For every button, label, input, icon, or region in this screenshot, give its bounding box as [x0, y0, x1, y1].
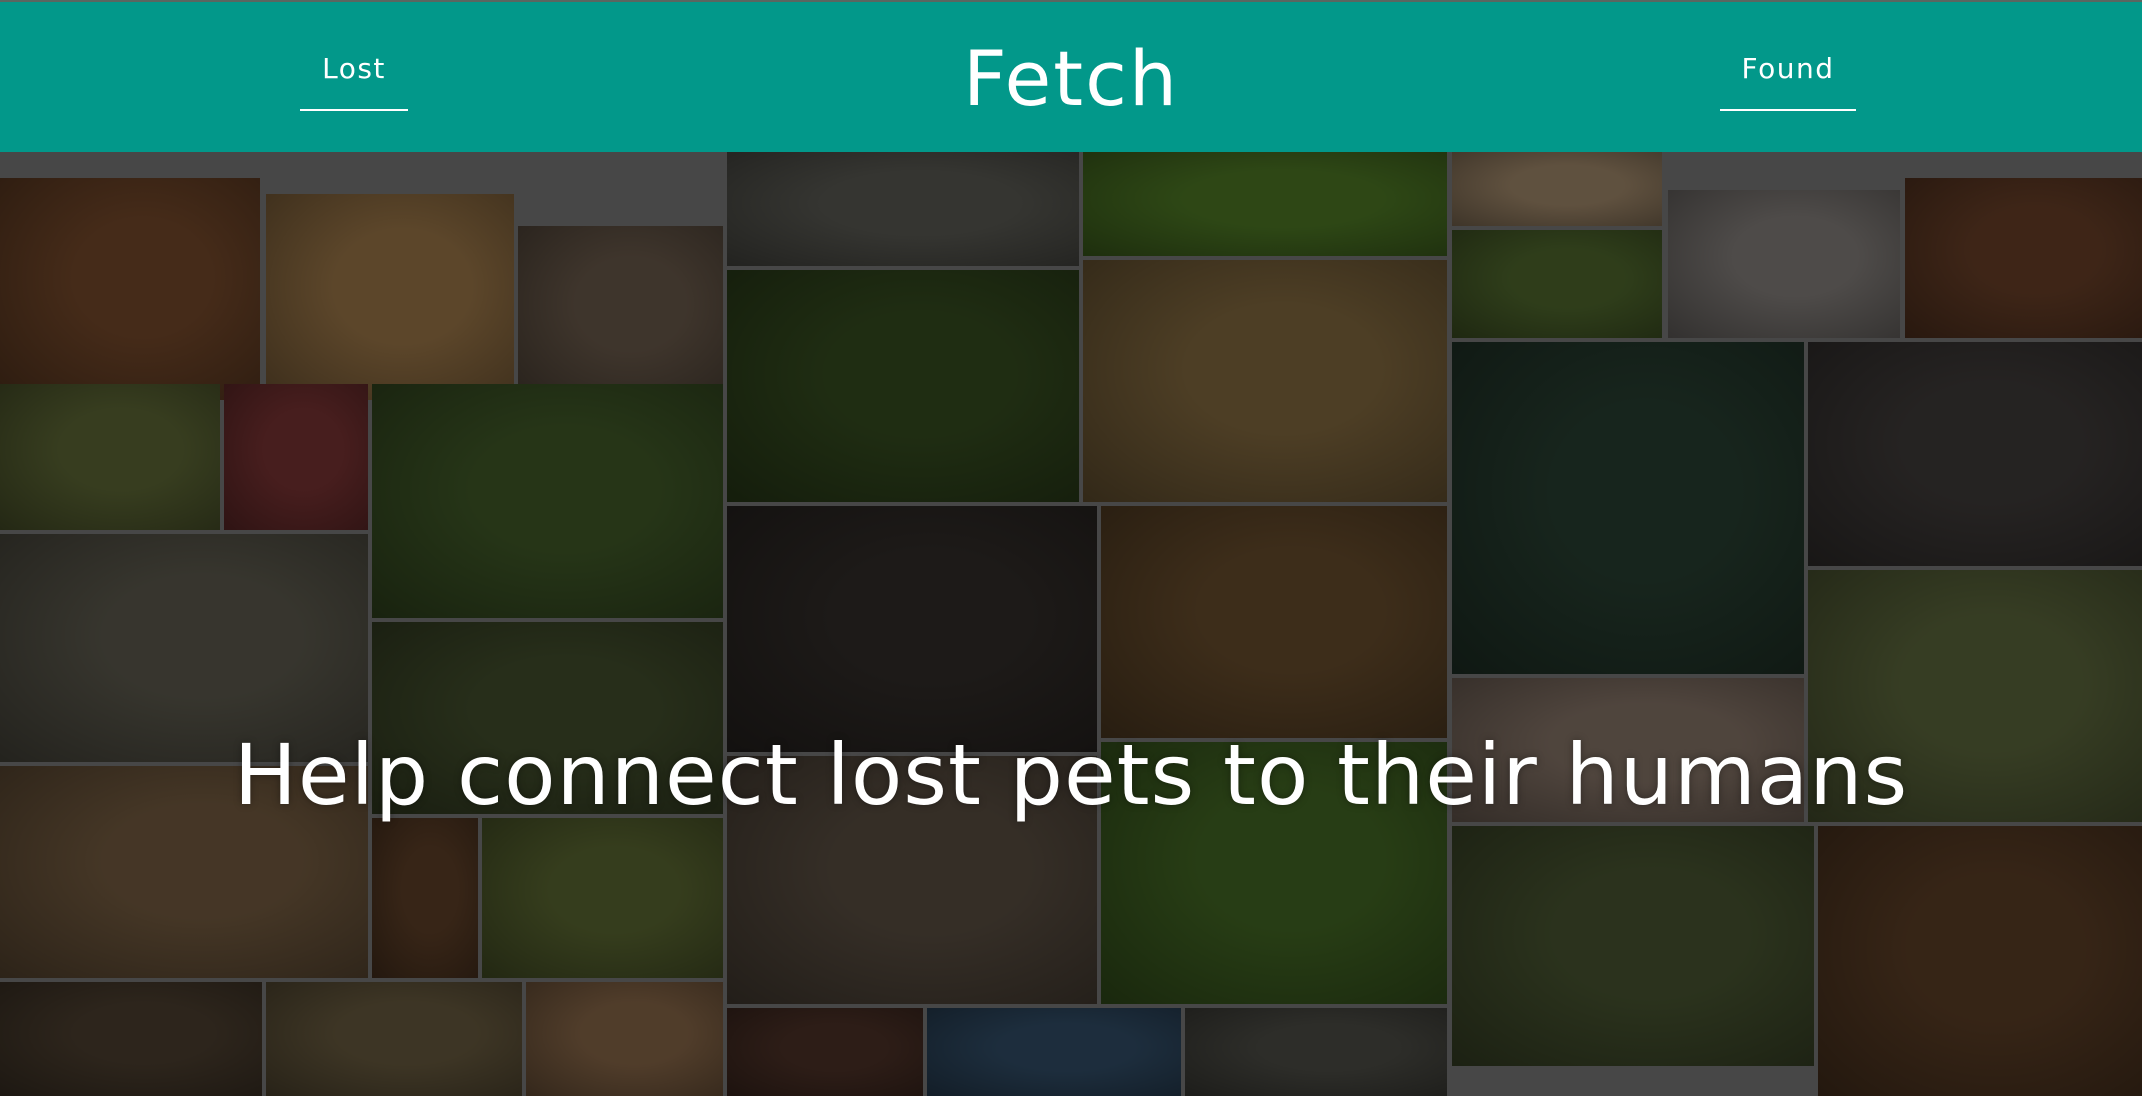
- photo-tile: [727, 1008, 923, 1096]
- photo-tile: [0, 982, 262, 1096]
- photo-tile: [1905, 178, 2142, 338]
- page: Lost Fetch Found Help connect lost pets …: [0, 0, 2142, 1096]
- photo-tile: [1452, 152, 1662, 226]
- photo-tile: [727, 270, 1079, 502]
- photo-tile: [1818, 826, 2142, 1096]
- photo-tile: [1452, 230, 1662, 338]
- photo-tile: [727, 152, 1079, 266]
- hero-headline: Help connect lost pets to their humans: [233, 726, 1909, 824]
- photo-tile: [927, 1008, 1181, 1096]
- photo-tile: [1083, 260, 1447, 502]
- photo-tile: [526, 982, 723, 1096]
- photo-tile: [518, 226, 723, 400]
- photo-tile: [266, 194, 514, 400]
- photo-tile: [372, 384, 723, 618]
- photo-tile: [266, 982, 522, 1096]
- photo-tile: [1185, 1008, 1447, 1096]
- photo-tile: [1452, 342, 1804, 674]
- photo-tile: [0, 178, 260, 400]
- photo-tile: [1101, 506, 1447, 738]
- photo-tile: [372, 818, 478, 978]
- nav-found-link[interactable]: Found: [1720, 52, 1856, 111]
- pet-photo-mosaic: Help connect lost pets to their humans: [0, 152, 2142, 1096]
- photo-tile: [0, 384, 220, 530]
- photo-tile: [727, 506, 1097, 752]
- photo-tile: [482, 818, 723, 978]
- photo-tile: [1452, 826, 1814, 1066]
- top-header: Lost Fetch Found: [0, 0, 2142, 152]
- photo-tile: [1808, 342, 2142, 566]
- photo-tile: [1668, 190, 1900, 338]
- photo-tile: [1083, 152, 1447, 256]
- photo-tile: [224, 384, 368, 530]
